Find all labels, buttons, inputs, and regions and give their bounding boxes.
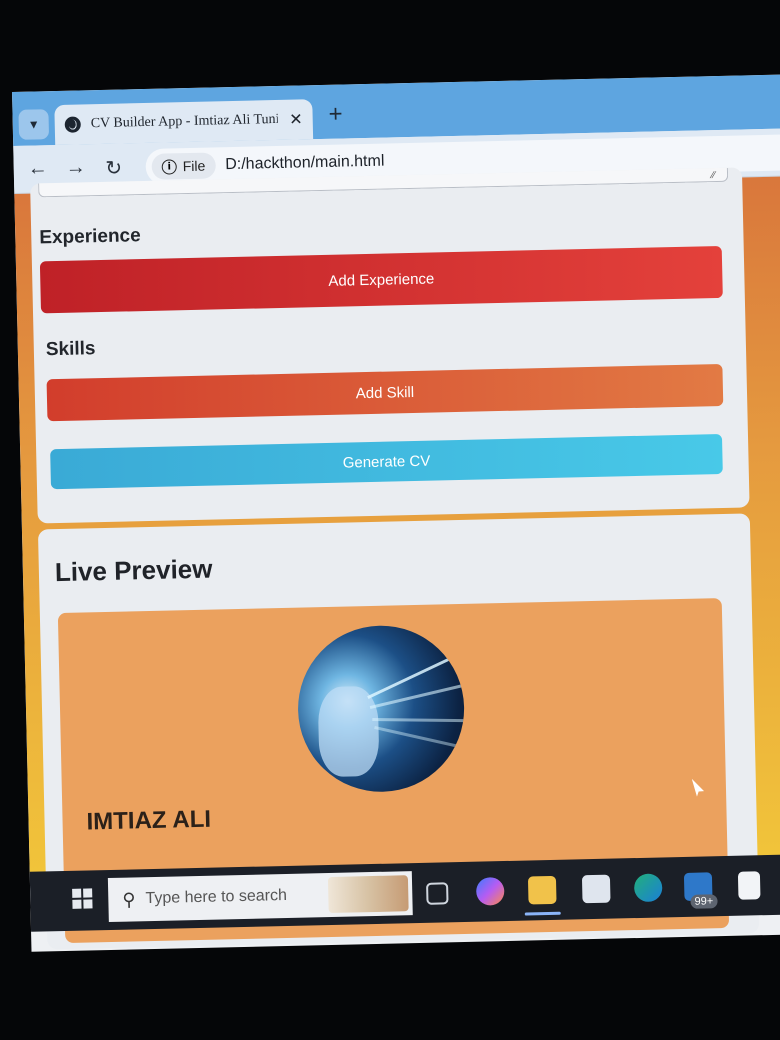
- add-experience-button[interactable]: Add Experience: [39, 245, 723, 314]
- windows-start-icon[interactable]: [72, 888, 93, 909]
- page-content: ∕∕ Experience Add Experience Skills Add …: [14, 167, 780, 950]
- mail-badge: 99+: [690, 894, 718, 909]
- forward-arrow-icon[interactable]: →: [63, 156, 88, 180]
- reload-icon[interactable]: ↻: [101, 155, 126, 181]
- cv-name: IMTIAZ ALI: [86, 805, 212, 836]
- globe-icon: [64, 116, 81, 133]
- search-highlight-image: [327, 875, 409, 914]
- info-icon: i: [161, 158, 177, 175]
- url-text[interactable]: D:/hackthon/main.html: [225, 153, 385, 175]
- live-preview-heading: Live Preview: [54, 553, 213, 588]
- taskbar-search-input[interactable]: ⚲ Type here to search: [107, 871, 413, 923]
- profile-photo: [296, 623, 466, 794]
- add-skill-button[interactable]: Add Skill: [46, 363, 724, 422]
- close-icon[interactable]: ✕: [289, 109, 303, 129]
- generate-cv-button[interactable]: Generate CV: [50, 433, 723, 490]
- resize-grip-icon[interactable]: ∕∕: [712, 170, 716, 181]
- search-icon: ⚲: [122, 888, 136, 910]
- task-view-icon[interactable]: [426, 882, 449, 905]
- site-info-chip[interactable]: i File: [151, 152, 216, 180]
- tab-title: CV Builder App - Imtiaz Ali Tuni: [90, 111, 278, 132]
- back-arrow-icon[interactable]: ←: [25, 157, 50, 181]
- site-chip-label: File: [182, 157, 206, 175]
- browser-window: ▼ CV Builder App - Imtiaz Ali Tuni ✕ + ←…: [12, 74, 780, 952]
- tab-search-button[interactable]: ▼: [18, 109, 50, 140]
- skills-heading: Skills: [45, 338, 96, 361]
- cv-form-panel: ∕∕ Experience Add Experience Skills Add …: [30, 167, 750, 524]
- search-placeholder: Type here to search: [145, 886, 288, 908]
- notepad-icon[interactable]: [737, 871, 761, 900]
- file-explorer-icon[interactable]: [527, 875, 557, 905]
- store-icon[interactable]: [581, 874, 611, 904]
- copilot-icon[interactable]: [475, 877, 505, 906]
- edge-icon[interactable]: [633, 873, 663, 903]
- experience-heading: Experience: [39, 225, 141, 249]
- active-app-indicator: [524, 911, 561, 916]
- active-tab[interactable]: CV Builder App - Imtiaz Ali Tuni ✕: [54, 99, 314, 146]
- chevron-down-icon: ▼: [27, 117, 40, 132]
- new-tab-button[interactable]: +: [328, 101, 343, 129]
